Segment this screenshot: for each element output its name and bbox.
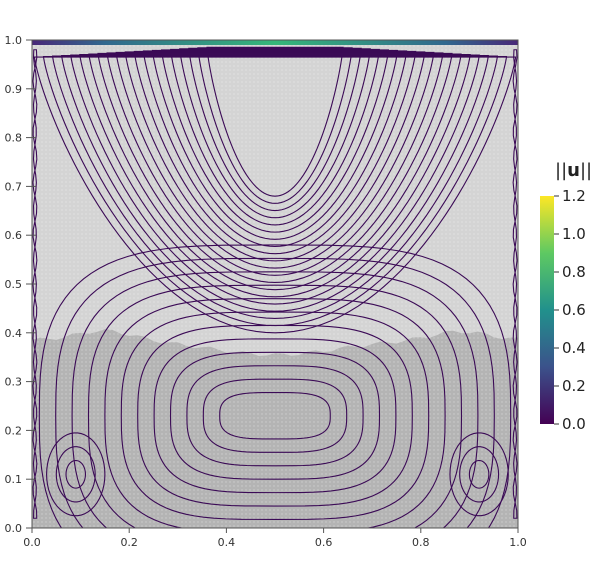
x-tick-label: 0.8 <box>412 536 430 549</box>
colorbar-gradient <box>540 196 554 424</box>
y-tick-label: 0.1 <box>5 473 23 486</box>
plot-area <box>32 40 518 528</box>
y-tick-label: 0.3 <box>5 376 23 389</box>
colorbar-tick-label: 0.0 <box>562 415 586 433</box>
colorbar-title: ||u|| <box>555 160 592 181</box>
y-tick-label: 0.5 <box>5 278 23 291</box>
x-tick-label: 0.4 <box>218 536 236 549</box>
y-axis: 0.0 0.1 0.2 0.3 0.4 0.5 0.6 0.7 0.8 0.9 1.0 <box>5 34 36 535</box>
y-tick-label: 0.0 <box>5 522 23 535</box>
colorbar-tick-label: 0.4 <box>562 339 586 357</box>
y-tick-label: 1.0 <box>5 34 23 47</box>
colorbar-tick-label: 1.2 <box>562 187 586 205</box>
lid-velocity-band <box>32 40 518 45</box>
x-tick-label: 0.0 <box>23 536 41 549</box>
colorbar-tick-label: 0.6 <box>562 301 586 319</box>
y-tick-label: 0.4 <box>5 327 23 340</box>
x-tick-label: 0.2 <box>120 536 138 549</box>
y-tick-label: 0.8 <box>5 132 23 145</box>
colorbar-ticks: 1.2 1.0 0.8 0.6 0.4 0.2 0.0 <box>554 187 586 433</box>
colorbar: ||u|| 1.2 1.0 0.8 0.6 0.4 0.2 0.0 <box>540 160 592 433</box>
x-axis: 0.0 0.2 0.4 0.6 0.8 1.0 <box>23 528 527 549</box>
colorbar-tick-label: 1.0 <box>562 225 586 243</box>
y-tick-label: 0.9 <box>5 83 23 96</box>
y-tick-label: 0.7 <box>5 180 23 193</box>
colorbar-tick-label: 0.8 <box>562 263 586 281</box>
x-tick-label: 1.0 <box>509 536 527 549</box>
streamline-plot: 0.0 0.2 0.4 0.6 0.8 1.0 0.0 0.1 0.2 0.3 0.4 0.5 0.6… <box>5 34 593 549</box>
y-tick-label: 0.6 <box>5 229 23 242</box>
colorbar-tick-label: 0.2 <box>562 377 586 395</box>
y-tick-label: 0.2 <box>5 424 23 437</box>
x-tick-label: 0.6 <box>315 536 333 549</box>
